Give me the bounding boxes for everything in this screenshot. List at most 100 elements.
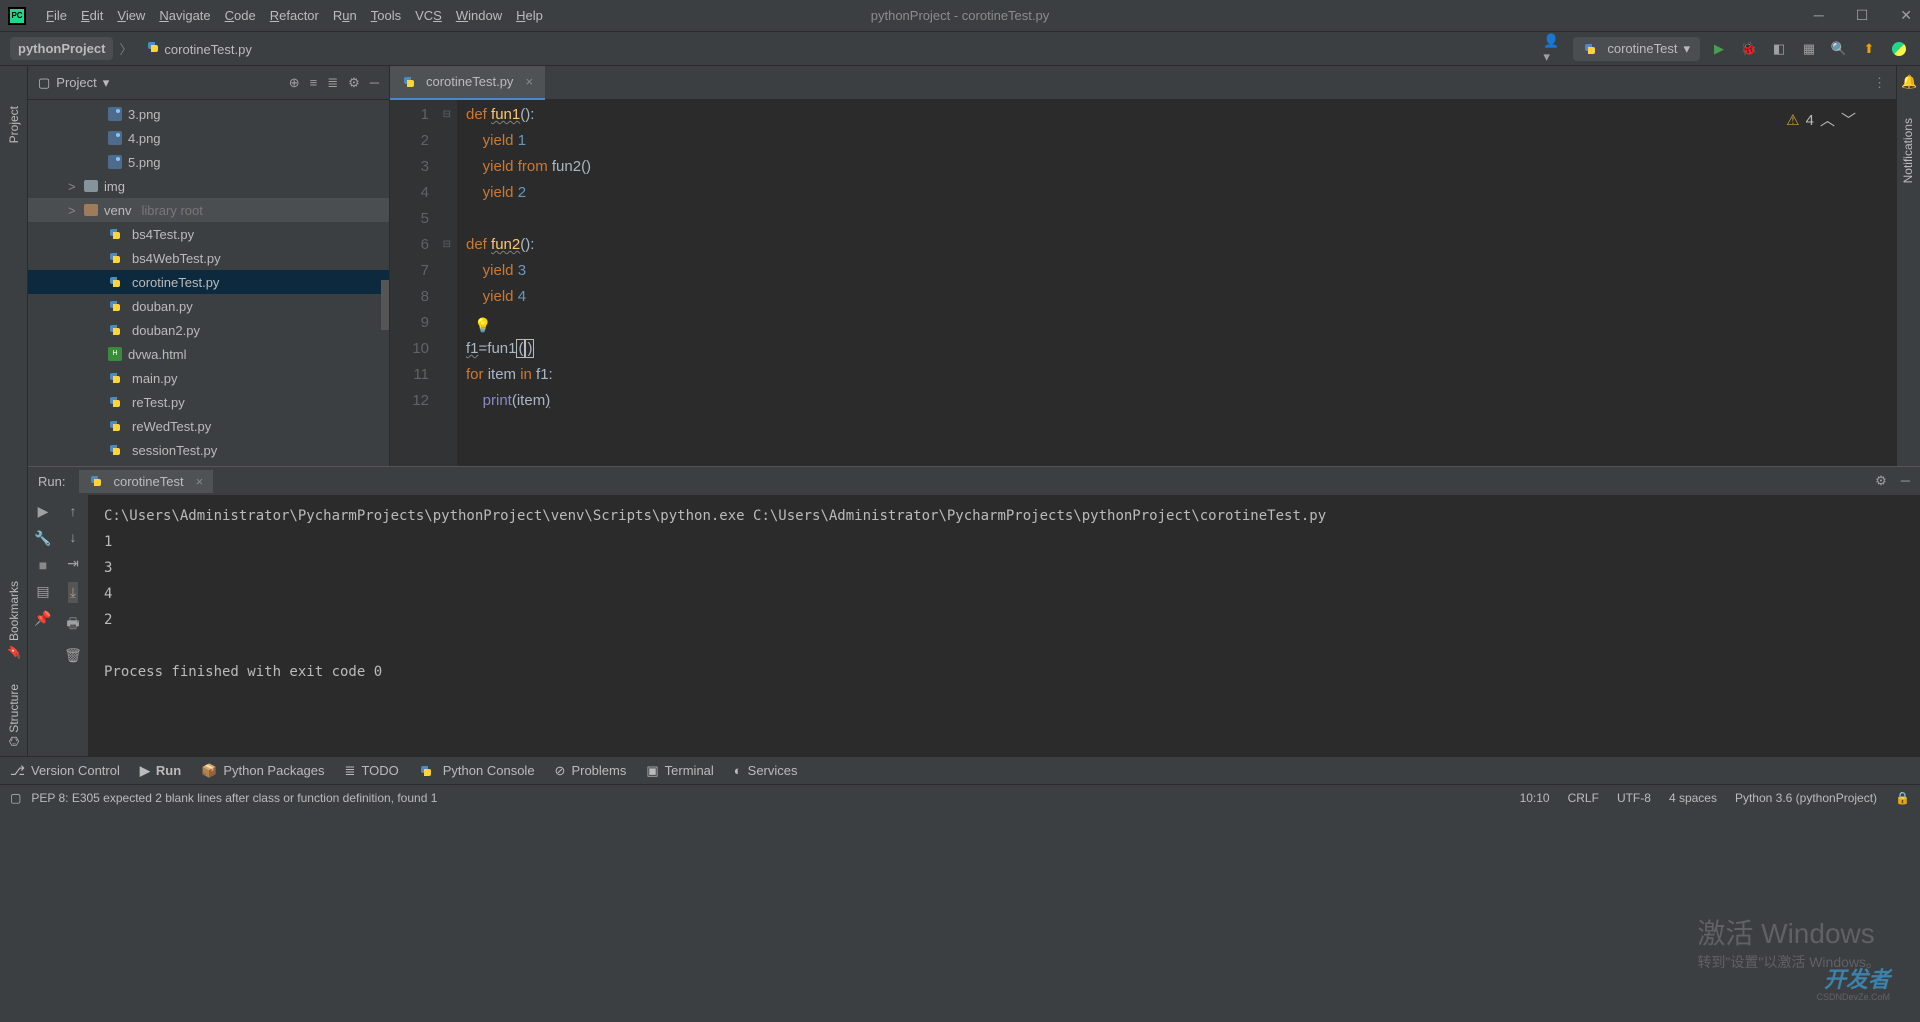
tree-item[interactable]: sessionTest.py [28, 438, 389, 462]
tree-item[interactable]: bs4WebTest.py [28, 246, 389, 270]
menu-navigate[interactable]: Navigate [159, 8, 210, 23]
tree-item[interactable]: corotineTest.py [28, 270, 389, 294]
menu-window[interactable]: Window [456, 8, 502, 23]
run-settings-icon[interactable]: ⚙ [1875, 473, 1887, 489]
ide-services-button[interactable] [1888, 38, 1910, 60]
user-icon[interactable]: 👤▾ [1543, 38, 1565, 60]
services-button[interactable]: ◐Services [734, 763, 798, 778]
clear-icon[interactable]: 🗑 [64, 647, 82, 664]
hide-run-panel-icon[interactable]: ─ [1901, 473, 1910, 489]
run-config-dropdown[interactable]: corotineTest ▾ [1573, 37, 1700, 61]
minimize-button[interactable]: ─ [1814, 7, 1824, 24]
soft-wrap-icon[interactable]: ⇥ [67, 555, 79, 572]
print-icon[interactable]: 🖶 [66, 613, 79, 637]
tree-item[interactable]: 3.png [28, 102, 389, 126]
bookmarks-tool-button[interactable]: 🔖 Bookmarks [7, 581, 21, 659]
scrollbar[interactable] [381, 280, 389, 330]
tree-item[interactable]: douban.py [28, 294, 389, 318]
terminal-button[interactable]: ▣Terminal [646, 763, 713, 779]
tree-item[interactable]: reWedTest.py [28, 414, 389, 438]
select-opened-file-icon[interactable]: ⊕ [289, 75, 300, 91]
breadcrumb-file[interactable]: corotineTest.py [138, 36, 259, 61]
tree-item[interactable]: >img [28, 174, 389, 198]
intention-bulb-icon[interactable]: 💡 [474, 312, 491, 338]
layout-icon[interactable]: ▤ [36, 583, 49, 600]
pin-icon[interactable]: 📌 [34, 610, 51, 627]
tree-item[interactable]: Hdvwa.html [28, 342, 389, 366]
caret-position[interactable]: 10:10 [1520, 791, 1550, 805]
breadcrumb: pythonProject 〉 corotineTest.py [10, 36, 260, 61]
collapse-all-icon[interactable]: ≣ [327, 75, 338, 91]
menu-vcs[interactable]: VCS [415, 8, 442, 23]
notifications-tool-button[interactable]: Notifications [1901, 118, 1915, 183]
fold-icon[interactable]: ⊟ [443, 102, 451, 128]
debug-button[interactable]: 🐞 [1738, 38, 1760, 60]
version-control-button[interactable]: ⎇Version Control [10, 763, 120, 779]
project-tree[interactable]: 3.png4.png5.png>img>venvlibrary rootbs4T… [28, 100, 389, 466]
search-button[interactable]: 🔍 [1828, 38, 1850, 60]
project-view-selector[interactable]: ▢ Project ▾ [38, 75, 109, 91]
run-tab[interactable]: corotineTest × [79, 470, 213, 493]
code-content[interactable]: ⚠ 4 ︿ ﹀ 💡 def fun1(): yield 1 yield from… [458, 100, 1896, 466]
readonly-lock-icon[interactable]: 🔒 [1895, 791, 1910, 805]
tree-item[interactable]: reTest.py [28, 390, 389, 414]
run-button[interactable]: ▶ [1708, 38, 1730, 60]
tree-item[interactable]: 4.png [28, 126, 389, 150]
expand-all-icon[interactable]: ≡ [310, 75, 318, 91]
maximize-button[interactable]: ☐ [1856, 7, 1869, 24]
hide-panel-icon[interactable]: ─ [370, 75, 379, 91]
notifications-bell-icon[interactable]: 🔔 [1897, 66, 1920, 98]
stop-button[interactable]: ■ [39, 557, 47, 573]
scroll-to-end-icon[interactable]: ⤓ [68, 582, 78, 603]
tab-options-icon[interactable]: ⋮ [1873, 75, 1896, 91]
breadcrumb-project[interactable]: pythonProject [10, 37, 113, 60]
menu-help[interactable]: Help [516, 8, 543, 23]
gutter-line: 6⊟ [390, 232, 429, 258]
rerun-button[interactable]: ▶ [38, 503, 49, 520]
chevron-down-icon: ▾ [103, 75, 110, 91]
tree-item[interactable]: main.py [28, 366, 389, 390]
python-console-button[interactable]: Python Console [419, 763, 535, 778]
todo-button[interactable]: ≣TODO [345, 763, 399, 779]
problems-button[interactable]: ⊘Problems [555, 763, 627, 779]
close-tab-icon[interactable]: × [525, 74, 533, 89]
project-tool-button[interactable]: Project [7, 106, 21, 143]
project-panel: ▢ Project ▾ ⊕ ≡ ≣ ⚙ ─ 3.png4.png5.png>im… [28, 66, 390, 466]
python-icon [108, 395, 122, 409]
python-icon [108, 251, 122, 265]
tree-item[interactable]: 5.png [28, 150, 389, 174]
settings-icon[interactable]: ⚙ [348, 75, 360, 91]
file-encoding[interactable]: UTF-8 [1617, 791, 1651, 805]
menu-refactor[interactable]: Refactor [270, 8, 319, 23]
line-separator[interactable]: CRLF [1568, 791, 1599, 805]
tree-item[interactable]: bs4Test.py [28, 222, 389, 246]
tree-item[interactable]: >venvlibrary root [28, 198, 389, 222]
inspection-widget[interactable]: ⚠ 4 ︿ ﹀ [1786, 108, 1856, 134]
bottom-tool-bar: ⎇Version Control ▶Run 📦Python Packages ≣… [0, 756, 1920, 784]
editor-tab[interactable]: corotineTest.py × [390, 66, 545, 100]
indent-setting[interactable]: 4 spaces [1669, 791, 1717, 805]
editor-body[interactable]: 1⊟23456⊟789101112 ⚠ 4 ︿ ﹀ 💡 def fun1(): … [390, 100, 1896, 466]
status-tool-windows-icon[interactable]: ▢ [10, 791, 21, 805]
python-packages-button[interactable]: 📦Python Packages [201, 763, 324, 779]
tree-item[interactable]: douban2.py [28, 318, 389, 342]
update-button[interactable]: ⬆ [1858, 38, 1880, 60]
run-tool-button[interactable]: ▶Run [140, 763, 181, 779]
menu-view[interactable]: View [117, 8, 145, 23]
close-window-button[interactable]: ✕ [1900, 7, 1912, 24]
run-output[interactable]: C:\Users\Administrator\PycharmProjects\p… [88, 495, 1920, 756]
close-run-tab-icon[interactable]: × [196, 474, 204, 489]
menu-file[interactable]: File [46, 8, 67, 23]
fold-icon[interactable]: ⊟ [443, 232, 451, 258]
menu-code[interactable]: Code [225, 8, 256, 23]
down-icon[interactable]: ↓ [70, 529, 77, 545]
menu-tools[interactable]: Tools [371, 8, 401, 23]
profile-button[interactable]: ▦ [1798, 38, 1820, 60]
structure-tool-button[interactable]: ⌬ Structure [7, 684, 21, 747]
menu-run[interactable]: Run [333, 8, 357, 23]
interpreter[interactable]: Python 3.6 (pythonProject) [1735, 791, 1877, 805]
up-icon[interactable]: ↑ [70, 503, 77, 519]
menu-edit[interactable]: Edit [81, 8, 103, 23]
coverage-button[interactable]: ◧ [1768, 38, 1790, 60]
tool-wrench-icon[interactable]: 🔧 [34, 530, 51, 547]
